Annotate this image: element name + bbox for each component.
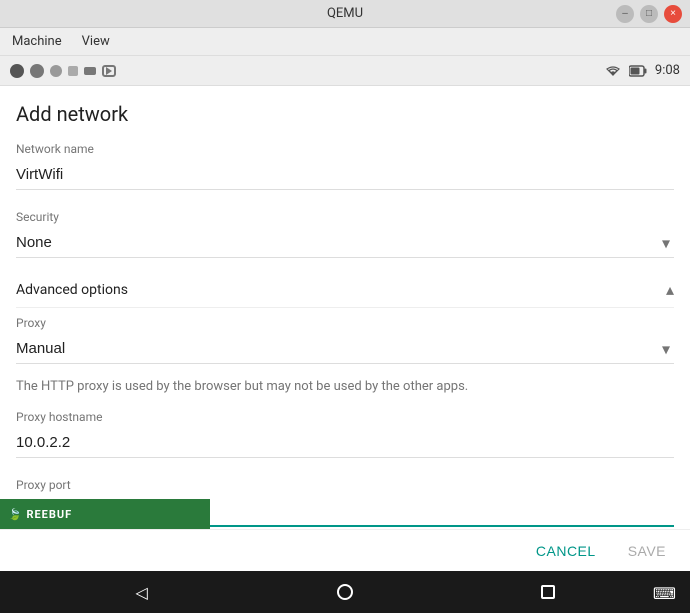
proxy-hostname-label: Proxy hostname bbox=[16, 410, 674, 424]
menu-view[interactable]: View bbox=[78, 32, 114, 51]
status-icon-3 bbox=[50, 65, 62, 77]
window-controls: – □ × bbox=[616, 5, 682, 23]
keyboard-icon[interactable]: ⌨ bbox=[653, 584, 676, 603]
nav-home-button[interactable] bbox=[333, 580, 357, 604]
action-bar: CANCEL SAVE bbox=[0, 529, 690, 571]
menu-bar: Machine View bbox=[0, 28, 690, 56]
advanced-options-header[interactable]: Advanced options ▴ bbox=[16, 272, 674, 308]
home-icon bbox=[337, 584, 353, 600]
status-icon-5 bbox=[84, 67, 96, 75]
recents-icon bbox=[541, 585, 555, 599]
status-icons bbox=[10, 64, 116, 78]
watermark-text: 🍃 REEBUF bbox=[8, 508, 72, 521]
proxy-field: Proxy Manual ▾ bbox=[16, 316, 674, 364]
network-name-field: Network name bbox=[16, 142, 674, 204]
security-select[interactable]: None bbox=[16, 228, 674, 258]
network-name-input[interactable] bbox=[16, 160, 674, 190]
page-title: Add network bbox=[16, 102, 674, 126]
play-icon bbox=[102, 65, 116, 77]
status-icon-4 bbox=[68, 66, 78, 76]
proxy-hostname-input[interactable] bbox=[16, 428, 674, 458]
status-icon-1 bbox=[10, 64, 24, 78]
security-field: Security None ▾ bbox=[16, 210, 674, 258]
main-content: Add network Network name Security None ▾… bbox=[0, 86, 690, 529]
back-icon: ◁ bbox=[136, 583, 148, 602]
network-name-label: Network name bbox=[16, 142, 674, 156]
security-select-wrapper: None ▾ bbox=[16, 228, 674, 258]
android-nav-bar: ◁ ⌨ bbox=[0, 571, 690, 613]
battery-icon bbox=[629, 65, 647, 77]
status-icon-2 bbox=[30, 64, 44, 78]
security-label: Security bbox=[16, 210, 674, 224]
proxy-select[interactable]: Manual bbox=[16, 334, 674, 364]
proxy-select-wrapper: Manual ▾ bbox=[16, 334, 674, 364]
menu-machine[interactable]: Machine bbox=[8, 32, 66, 51]
watermark-area: 🍃 REEBUF bbox=[0, 499, 210, 529]
nav-back-button[interactable]: ◁ bbox=[130, 580, 154, 604]
nav-recents-button[interactable] bbox=[536, 580, 560, 604]
window-title: QEMU bbox=[327, 6, 363, 21]
advanced-options-chevron-icon: ▴ bbox=[666, 280, 674, 299]
advanced-options-label: Advanced options bbox=[16, 282, 128, 298]
clock: 9:08 bbox=[655, 63, 680, 78]
cancel-button[interactable]: CANCEL bbox=[528, 537, 604, 565]
maximize-button[interactable]: □ bbox=[640, 5, 658, 23]
close-button[interactable]: × bbox=[664, 5, 682, 23]
status-bar: 9:08 bbox=[0, 56, 690, 86]
proxy-port-label: Proxy port bbox=[16, 478, 674, 492]
minimize-button[interactable]: – bbox=[616, 5, 634, 23]
title-bar: QEMU – □ × bbox=[0, 0, 690, 28]
proxy-note: The HTTP proxy is used by the browser bu… bbox=[16, 378, 674, 396]
wifi-icon bbox=[605, 65, 621, 77]
status-right: 9:08 bbox=[605, 63, 680, 78]
proxy-label: Proxy bbox=[16, 316, 674, 330]
save-button[interactable]: SAVE bbox=[620, 537, 674, 565]
proxy-hostname-field: Proxy hostname bbox=[16, 410, 674, 472]
